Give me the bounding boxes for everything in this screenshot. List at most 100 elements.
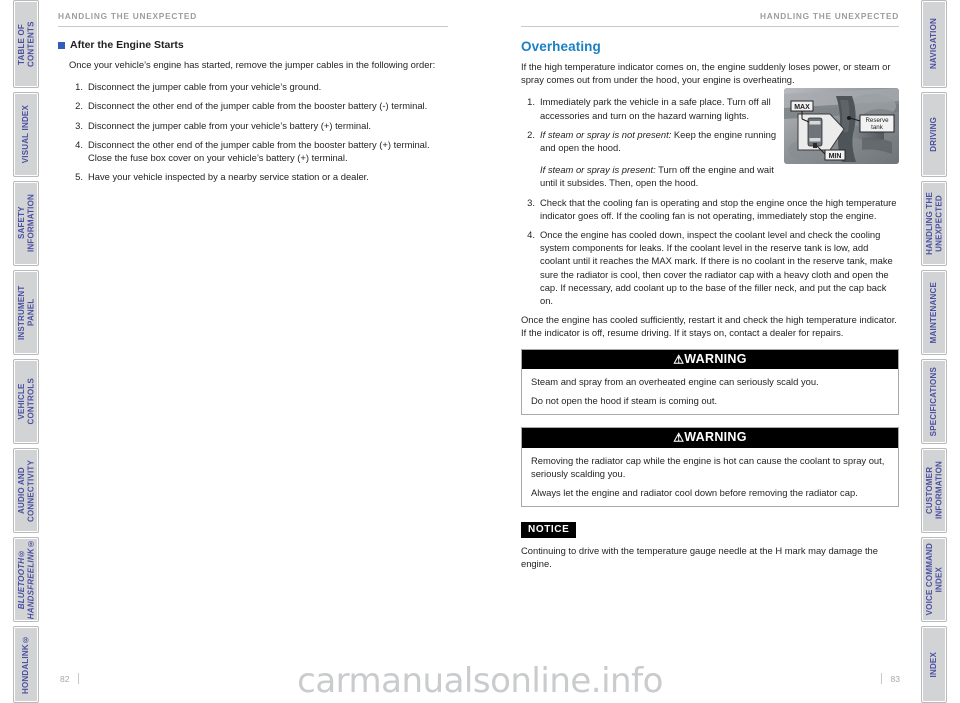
watermark: carmanualsonline.info <box>297 661 663 701</box>
left-tab-strip: TABLE OF CONTENTS VISUAL INDEX SAFETY IN… <box>13 0 39 703</box>
warning-body: Removing the radiator cap while the engi… <box>522 448 898 506</box>
tab-label: VEHICLE CONTROLS <box>16 378 36 425</box>
tab-label: CUSTOMER INFORMATION <box>924 461 944 520</box>
page-number-left: 82 <box>60 673 70 684</box>
step-number: 3. <box>527 196 535 208</box>
tab-table-of-contents[interactable]: TABLE OF CONTENTS <box>13 0 39 88</box>
tab-driving[interactable]: DRIVING <box>921 92 947 177</box>
list-item: 4. Once the engine has cooled down, insp… <box>521 228 899 307</box>
step-number: 1. <box>75 81 83 93</box>
warning-box-radiator-cap: ⚠WARNING Removing the radiator cap while… <box>521 427 899 507</box>
notice-text: Continuing to drive with the temperature… <box>521 544 878 569</box>
warning-bar: ⚠WARNING <box>522 428 898 448</box>
step-number: 1. <box>527 96 535 108</box>
step-number: 4. <box>75 138 83 150</box>
tab-voice-command-index[interactable]: VOICE COMMAND INDEX <box>921 537 947 622</box>
list-item: 5. Have your vehicle inspected by a near… <box>69 170 448 183</box>
tab-audio-and-connectivity[interactable]: AUDIO AND CONNECTIVITY <box>13 448 39 533</box>
notice-badge: NOTICE <box>521 521 577 538</box>
warning-body: Steam and spray from an overheated engin… <box>522 369 898 414</box>
tab-specifications[interactable]: SPECIFICATIONS <box>921 359 947 444</box>
folio-left: 82 <box>60 673 88 684</box>
warning-triangle-icon: ⚠ <box>673 430 685 445</box>
running-head-left: HANDLING THE UNEXPECTED <box>58 11 197 21</box>
step-number: 5. <box>75 171 83 183</box>
step-sub-paragraph: If steam or spray is present: Turn off t… <box>540 163 793 189</box>
right-page-column: HANDLING THE UNEXPECTED Overheating If t… <box>521 0 899 579</box>
tab-label: BLUETOOTH® HANDSFREELINK® <box>16 539 36 620</box>
left-page-column: HANDLING THE UNEXPECTED After the Engine… <box>58 0 448 189</box>
folio-divider <box>78 673 80 684</box>
warning-line: Removing the radiator cap while the engi… <box>531 454 885 479</box>
step-number: 2. <box>75 100 83 112</box>
step-number: 4. <box>527 229 535 241</box>
list-item: 1. Immediately park the vehicle in a saf… <box>521 95 793 121</box>
tab-label: INSTRUMENT PANEL <box>16 285 36 340</box>
list-item: 2. If steam or spray is not present: Kee… <box>521 128 793 190</box>
warning-box-steam: ⚠WARNING Steam and spray from an overhea… <box>521 348 899 416</box>
tab-handling-the-unexpected[interactable]: HANDLING THE UNEXPECTED <box>921 181 947 266</box>
tab-visual-index[interactable]: VISUAL INDEX <box>13 92 39 177</box>
tab-label: VISUAL INDEX <box>21 105 31 164</box>
intro-paragraph-right: If the high temperature indicator comes … <box>521 61 891 86</box>
tab-label: HONDALINK® <box>21 635 31 694</box>
warning-title: WARNING <box>684 351 747 366</box>
tab-navigation[interactable]: NAVIGATION <box>921 0 947 88</box>
tab-safety-information[interactable]: SAFETY INFORMATION <box>13 181 39 266</box>
list-item: 2. Disconnect the other end of the jumpe… <box>69 99 448 112</box>
running-head-right: HANDLING THE UNEXPECTED <box>760 11 899 21</box>
tab-bluetooth-handsfreelink[interactable]: BLUETOOTH® HANDSFREELINK® <box>13 537 39 622</box>
step-text: Once the engine has cooled down, inspect… <box>540 229 893 307</box>
figure-callout-max: MAX <box>794 104 810 111</box>
step-italic-lead: If steam or spray is not present: <box>540 128 672 140</box>
intro-paragraph-left: Once your vehicle’s engine has started, … <box>69 59 436 70</box>
tab-maintenance[interactable]: MAINTENANCE <box>921 270 947 355</box>
step-italic-lead-2: If steam or spray is present: <box>540 164 656 176</box>
step-text: Check that the cooling fan is operating … <box>540 196 897 221</box>
warning-bar: ⚠WARNING <box>522 349 898 370</box>
tab-label: DRIVING <box>929 117 939 152</box>
list-item: 3. Check that the cooling fan is operati… <box>521 196 899 222</box>
step-text: Have your vehicle inspected by a nearby … <box>88 171 369 183</box>
warning-line: Steam and spray from an overheated engin… <box>531 376 819 388</box>
warning-line: Do not open the hood if steam is coming … <box>531 395 718 407</box>
list-item: 3. Disconnect the jumper cable from your… <box>69 119 448 132</box>
step-text: Disconnect the other end of the jumper c… <box>88 138 430 164</box>
tab-label: NAVIGATION <box>929 18 939 70</box>
tab-label: VOICE COMMAND INDEX <box>924 543 944 616</box>
warning-line: Always let the engine and radiator cool … <box>531 486 858 498</box>
tab-label: TABLE OF CONTENTS <box>16 21 36 67</box>
figure-callout-reserve-tank-line1: Reserve <box>865 117 889 124</box>
figure-callout-reserve-tank-line2: tank <box>871 124 884 131</box>
header-rule-right <box>521 26 899 27</box>
tab-instrument-panel[interactable]: INSTRUMENT PANEL <box>13 270 39 355</box>
reserve-tank-figure: MAX MIN Reserve tank <box>784 88 899 164</box>
header-rule-left <box>58 26 448 27</box>
square-bullet-icon <box>58 41 65 49</box>
tab-vehicle-controls[interactable]: VEHICLE CONTROLS <box>13 359 39 444</box>
tab-hondalink[interactable]: HONDALINK® <box>13 626 39 703</box>
tab-customer-information[interactable]: CUSTOMER INFORMATION <box>921 448 947 533</box>
engine-bay-photo: MAX MIN Reserve tank <box>784 88 899 164</box>
figure-callout-min: MIN <box>829 153 842 160</box>
sub-heading-label: After the Engine Starts <box>70 39 184 51</box>
tab-index[interactable]: INDEX <box>921 626 947 703</box>
step-text: Disconnect the other end of the jumper c… <box>88 100 428 112</box>
warning-title: WARNING <box>684 430 747 445</box>
step-number: 3. <box>75 119 83 131</box>
step-text: Disconnect the jumper cable from your ve… <box>88 81 322 93</box>
sub-heading-after-the-engine-starts: After the Engine Starts <box>58 39 448 51</box>
step-text: Immediately park the vehicle in a safe p… <box>540 96 771 121</box>
notice-block: NOTICE Continuing to drive with the temp… <box>521 519 899 570</box>
right-tab-strip: NAVIGATION DRIVING HANDLING THE UNEXPECT… <box>921 0 947 703</box>
tab-label: SPECIFICATIONS <box>929 366 939 437</box>
folio-right: 83 <box>872 673 900 684</box>
list-item: 4. Disconnect the other end of the jumpe… <box>69 138 448 164</box>
step-number: 2. <box>527 128 535 140</box>
closing-paragraph: Once the engine has cooled sufficiently,… <box>521 314 897 339</box>
tab-label: MAINTENANCE <box>929 281 939 344</box>
step-text: Disconnect the jumper cable from your ve… <box>88 119 372 131</box>
list-item: 1. Disconnect the jumper cable from your… <box>69 80 448 93</box>
page-title: Overheating <box>521 39 601 54</box>
jumper-cable-steps-list: 1. Disconnect the jumper cable from your… <box>69 80 448 183</box>
